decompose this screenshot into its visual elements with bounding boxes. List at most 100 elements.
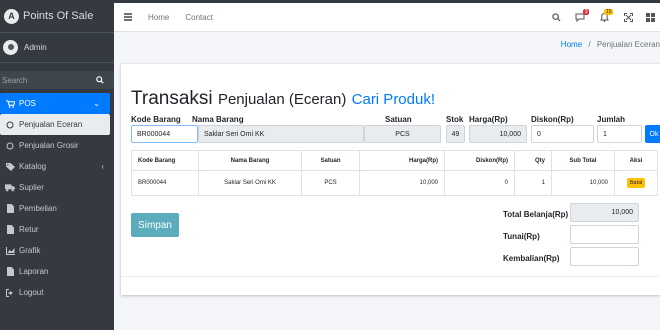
chevron-down-icon: ⌄ [93,99,100,108]
messages-icon[interactable]: 3 [568,9,592,22]
user-panel[interactable]: Admin [0,33,114,63]
bell-icon[interactable]: 15 [592,9,616,22]
avatar [3,40,18,55]
sidebar: A Points Of Sale Admin POS ⌄ Penjualan E… [0,0,114,330]
chevron-left-icon: ‹ [101,162,104,171]
cari-produk-link[interactable]: Cari Produk! [352,91,435,108]
simpan-button[interactable]: Simpan [131,213,179,237]
col-kode: Kode Barang [131,150,199,171]
sidebar-item-label: Katalog [19,162,47,171]
total-field: 10,000 [570,203,639,222]
sidebar-item-suplier[interactable]: Suplier [0,177,114,198]
circle-icon [5,142,15,150]
sidebar-item-label: Penjualan Grosir [19,141,79,150]
sidebar-item-label: POS [19,99,36,108]
cell-aksi: Batal [614,170,658,196]
col-diskon: Diskon(Rp) [444,150,515,171]
sidebar-item-label: Retur [19,225,39,234]
search-icon[interactable] [544,13,568,22]
title-main: Transaksi [131,88,213,109]
satuan-field: PCS [364,125,441,143]
sidebar-item-label: Penjualan Eceran [19,120,83,129]
sidebar-item-laporan[interactable]: Laporan [0,261,114,282]
sidebar-item-grafik[interactable]: Grafik [0,240,114,261]
cell-kode: BR000044 [131,170,199,196]
tunai-label: Tunai(Rp) [503,232,540,241]
table-header-row: Kode Barang Nama Barang Satuan Harga(Rp)… [131,150,658,171]
table-row: BR000044 Saklar Seri Omi KK PCS 10,000 0… [131,170,658,196]
cell-subtotal: 10,000 [551,170,615,196]
label-harga: Harga(Rp) [469,115,508,124]
notifications-badge: 15 [604,9,613,15]
ok-button[interactable]: Ok [645,125,660,143]
sidebar-item-logout[interactable]: Logout [0,282,114,303]
sidebar-item-label: Suplier [19,183,44,192]
sidebar-search-input[interactable] [0,71,86,89]
sidebar-item-label: Logout [19,288,44,297]
tunai-input[interactable] [570,225,639,244]
tags-icon [5,162,15,171]
logout-icon [5,288,15,297]
topbar-actions: 3 15 [544,3,660,32]
search-icon[interactable] [86,71,114,89]
label-kode-barang: Kode Barang [131,115,181,124]
col-harga: Harga(Rp) [359,150,445,171]
kembalian-label: Kembalian(Rp) [503,254,560,263]
col-subtotal: Sub Total [551,150,615,171]
cart-icon [5,99,15,108]
divider [121,276,660,277]
col-aksi: Aksi [614,150,658,171]
stok-field: 49 [446,125,465,143]
sidebar-item-pos[interactable]: POS ⌄ [0,93,110,114]
label-diskon: Diskon(Rp) [531,115,574,124]
breadcrumb-home[interactable]: Home [561,40,582,49]
sidebar-item-penjualan-grosir[interactable]: Penjualan Grosir [0,135,114,156]
cell-harga: 10,000 [359,170,445,196]
cell-qty: 1 [514,170,552,196]
breadcrumb: Home / Penjualan Eceran [561,40,660,49]
diskon-input[interactable]: 0 [531,125,594,143]
brand-logo: A [4,8,19,24]
breadcrumb-separator: / [588,40,591,49]
sidebar-nav: POS ⌄ Penjualan Eceran Penjualan Grosir … [0,93,114,303]
sidebar-item-label: Pembelian [19,204,57,213]
chart-icon [5,246,15,255]
kode-barang-input[interactable]: BR000044 [131,125,198,143]
kembalian-field [570,247,639,266]
menu-icon[interactable] [124,13,132,21]
file-icon [5,204,15,213]
transaction-card: Transaksi Penjualan (Eceran) Cari Produk… [121,64,660,295]
total-label: Total Belanja(Rp) [503,210,569,219]
breadcrumb-current: Penjualan Eceran [596,40,660,49]
fullscreen-icon[interactable] [616,13,640,22]
col-qty: Qty [514,150,552,171]
user-name: Admin [24,43,47,52]
sidebar-item-label: Laporan [19,267,49,276]
topbar: Home Contact 3 15 [114,0,660,32]
circle-icon [5,121,15,129]
sidebar-item-label: Grafik [19,246,41,255]
label-satuan: Satuan [385,115,412,124]
sidebar-search [0,71,114,89]
sidebar-item-retur[interactable]: Retur [0,219,114,240]
cell-satuan: PCS [301,170,360,196]
sidebar-item-katalog[interactable]: Katalog ‹ [0,156,114,177]
nav-link-home[interactable]: Home [148,13,169,22]
batal-button[interactable]: Batal [626,178,646,188]
brand[interactable]: A Points Of Sale [0,0,114,33]
cell-nama: Saklar Seri Omi KK [198,170,302,196]
messages-badge: 3 [583,9,589,15]
sidebar-item-penjualan-eceran[interactable]: Penjualan Eceran [0,114,110,135]
jumlah-input[interactable]: 1 [597,125,642,143]
sidebar-item-pembelian[interactable]: Pembelian [0,198,114,219]
col-satuan: Satuan [301,150,360,171]
nama-barang-field: Saklar Seri Omi KK [198,125,364,143]
label-stok: Stok [446,115,464,124]
cell-diskon: 0 [444,170,515,196]
harga-field: 10,000 [469,125,527,143]
label-nama-barang: Nama Barang [192,115,244,124]
brand-text: Points Of Sale [23,10,94,22]
nav-link-contact[interactable]: Contact [185,13,213,22]
widgets-icon[interactable] [640,13,660,22]
cart-table: Kode Barang Nama Barang Satuan Harga(Rp)… [131,150,658,196]
